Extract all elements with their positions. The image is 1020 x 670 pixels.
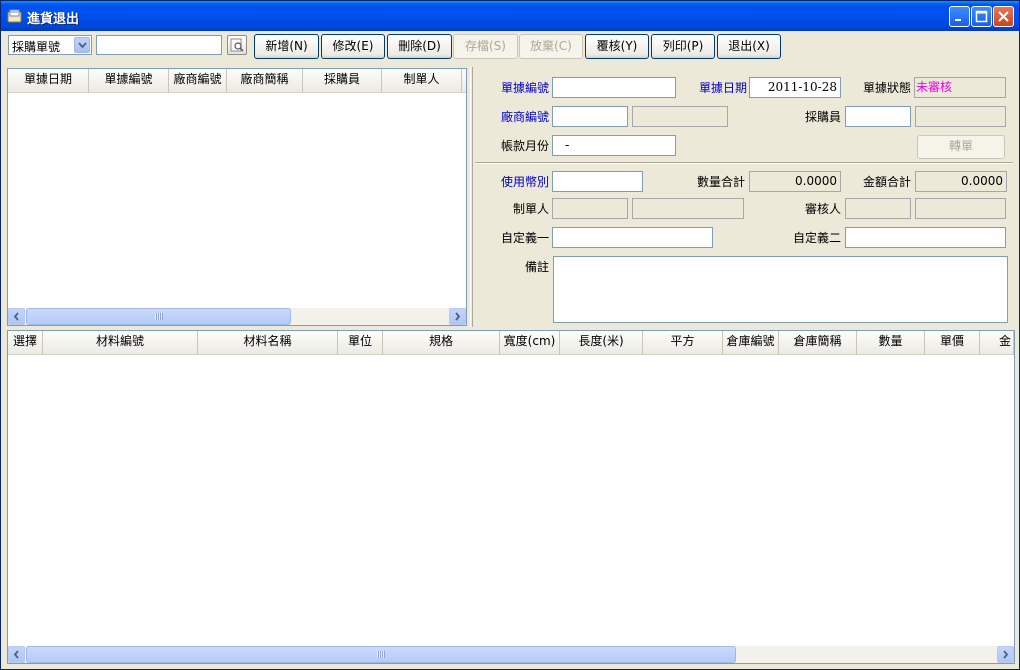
maker-label: 制單人 — [512, 202, 549, 216]
doc-no-label: 單據編號 — [500, 81, 549, 95]
dropdown-button[interactable] — [74, 37, 90, 53]
custom1-label: 自定義一 — [500, 231, 549, 245]
scroll-left-button[interactable] — [8, 646, 25, 663]
maximize-icon — [975, 10, 988, 23]
doc-status-value: 未審核 — [916, 80, 953, 94]
custom1-field[interactable] — [552, 227, 713, 248]
doc-no-field[interactable] — [552, 77, 676, 98]
transfer-button[interactable]: 轉單 — [917, 135, 1005, 159]
print-button[interactable]: 列印(P) — [651, 34, 715, 59]
minimize-icon — [955, 19, 961, 21]
scroll-left-button[interactable] — [8, 308, 25, 325]
scroll-right-button[interactable] — [449, 308, 466, 325]
currency-field[interactable] — [552, 171, 643, 192]
close-button[interactable] — [993, 6, 1014, 27]
chevron-left-icon — [13, 312, 19, 321]
qty-total-label: 數量合計 — [696, 175, 745, 189]
amount-total-field: 0.0000 — [915, 171, 1007, 192]
memo-label: 備註 — [524, 260, 549, 274]
maker-field — [552, 198, 628, 219]
scroll-thumb[interactable] — [26, 308, 291, 325]
column-header[interactable]: 廠商編號 — [169, 69, 227, 93]
amount-total-label: 金額合計 — [862, 175, 911, 189]
column-header[interactable]: 選擇 — [8, 331, 43, 355]
search-field-select[interactable]: 採購單號 — [8, 35, 92, 55]
column-header[interactable]: 長度(米) — [560, 331, 643, 355]
column-header[interactable]: 採購員 — [303, 69, 382, 93]
document-list-header: 單據日期 單據編號 廠商編號 廠商簡稱 採購員 制單人 — [8, 69, 466, 93]
chevron-right-icon — [455, 312, 461, 321]
column-header[interactable]: 廠商簡稱 — [227, 69, 303, 93]
reviewer-label: 審核人 — [804, 202, 841, 216]
discard-button[interactable]: 放棄(C) — [519, 34, 583, 59]
buyer-name-field — [915, 106, 1006, 127]
buyer-field[interactable] — [845, 106, 911, 127]
toolbar: 採購單號 新增(N) 修改(E) 刪除(D) 存檔(S) 放棄(C) 覆核(Y)… — [2, 31, 1019, 63]
column-header[interactable]: 單價 — [925, 331, 980, 355]
column-header[interactable]: 單據日期 — [8, 69, 89, 93]
delete-button[interactable]: 刪除(D) — [387, 34, 452, 59]
exit-button[interactable]: 退出(X) — [717, 34, 781, 59]
new-button[interactable]: 新增(N) — [254, 34, 319, 59]
grip-icon — [377, 651, 385, 658]
column-header[interactable]: 金 — [980, 331, 1014, 355]
form-separator — [475, 162, 1013, 164]
column-header[interactable]: 單位 — [338, 331, 383, 355]
maximize-button[interactable] — [971, 6, 992, 27]
column-header[interactable]: 寬度(cm) — [500, 331, 560, 355]
document-list-grid[interactable]: 單據日期 單據編號 廠商編號 廠商簡稱 採購員 制單人 — [7, 68, 467, 326]
column-header[interactable]: 平方 — [643, 331, 723, 355]
memo-textarea[interactable] — [553, 256, 1008, 323]
qty-total-field: 0.0000 — [749, 171, 841, 192]
review-button[interactable]: 覆核(Y) — [585, 34, 649, 59]
chevron-left-icon — [13, 650, 19, 659]
column-header[interactable]: 倉庫簡稱 — [779, 331, 857, 355]
doc-date-field[interactable]: 2011-10-28 — [749, 77, 841, 98]
horizontal-scrollbar[interactable] — [8, 308, 466, 325]
buyer-label: 採購員 — [804, 110, 841, 124]
custom2-field[interactable] — [845, 227, 1006, 248]
column-header[interactable]: 數量 — [857, 331, 925, 355]
title-bar[interactable]: 進貨退出 — [1, 1, 1019, 31]
search-field-value: 採購單號 — [12, 40, 61, 54]
window-title: 進貨退出 — [27, 12, 80, 27]
grip-icon — [154, 313, 163, 320]
search-icon — [230, 38, 244, 52]
panel-splitter[interactable] — [470, 67, 473, 327]
app-icon — [7, 9, 22, 23]
doc-status-field: 未審核 — [914, 77, 1006, 98]
search-input[interactable] — [96, 35, 222, 55]
vendor-name-field — [632, 106, 728, 127]
doc-status-label: 單據狀態 — [862, 81, 911, 95]
close-icon — [998, 11, 1009, 22]
horizontal-scrollbar[interactable] — [8, 646, 1014, 663]
scroll-thumb[interactable] — [26, 646, 736, 663]
main-window: 進貨退出 採購單號 新增(N) 修改(E) 刪除(D) 存檔(S) 放棄(C) … — [0, 0, 1020, 670]
doc-date-label: 單據日期 — [698, 81, 747, 95]
vendor-no-field[interactable] — [552, 106, 628, 127]
save-button[interactable]: 存檔(S) — [453, 34, 518, 59]
account-month-field[interactable]: - — [552, 135, 676, 156]
reviewer-name-field — [915, 198, 1006, 219]
currency-label: 使用幣別 — [500, 175, 549, 189]
reviewer-field — [845, 198, 911, 219]
column-header[interactable]: 倉庫編號 — [723, 331, 779, 355]
column-header[interactable]: 規格 — [383, 331, 500, 355]
account-month-label: 帳款月份 — [500, 139, 549, 153]
maker-name-field — [632, 198, 744, 219]
edit-button[interactable]: 修改(E) — [321, 34, 385, 59]
column-header[interactable]: 材料編號 — [43, 331, 198, 355]
column-header[interactable]: 制單人 — [382, 69, 462, 93]
chevron-down-icon — [78, 42, 87, 49]
item-detail-grid[interactable]: 選擇 材料編號 材料名稱 單位 規格 寬度(cm) 長度(米) 平方 倉庫編號 … — [7, 330, 1015, 664]
chevron-right-icon — [1003, 650, 1009, 659]
search-button[interactable] — [227, 35, 247, 55]
column-header[interactable]: 材料名稱 — [198, 331, 338, 355]
vendor-no-label: 廠商編號 — [500, 110, 549, 124]
custom2-label: 自定義二 — [792, 231, 841, 245]
minimize-button[interactable] — [949, 6, 970, 27]
item-detail-header: 選擇 材料編號 材料名稱 單位 規格 寬度(cm) 長度(米) 平方 倉庫編號 … — [8, 331, 1014, 355]
scroll-right-button[interactable] — [997, 646, 1014, 663]
column-header[interactable]: 單據編號 — [89, 69, 169, 93]
